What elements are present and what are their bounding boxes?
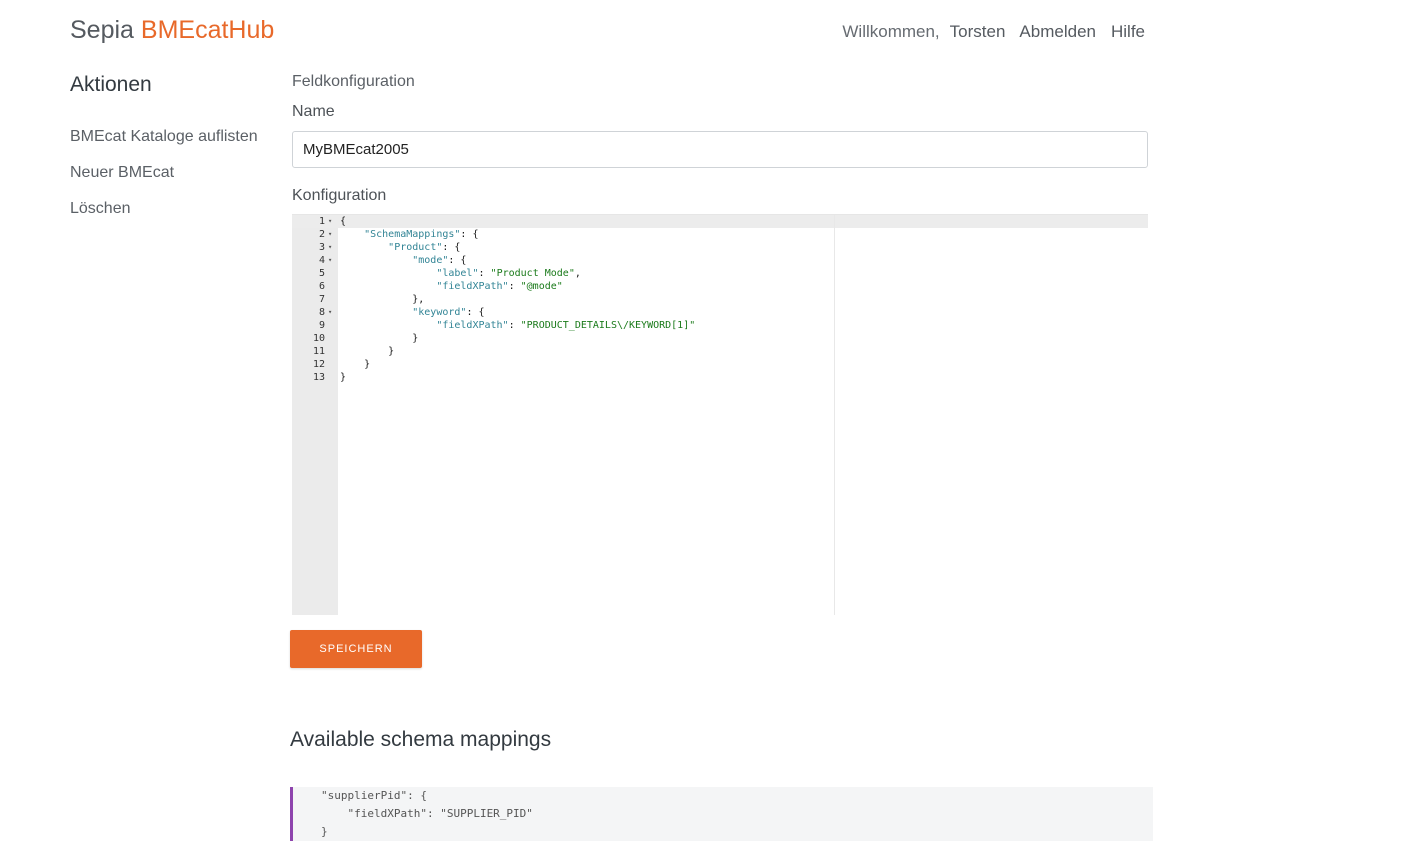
- editor-line[interactable]: 4 ▾ "mode": {: [292, 254, 1148, 267]
- line-code: "SchemaMappings": {: [364, 229, 479, 240]
- line-number: 1: [318, 216, 325, 227]
- editor-line[interactable]: 3 ▾ "Product": {: [292, 241, 1148, 254]
- save-button[interactable]: SPEICHERN: [290, 630, 422, 668]
- line-code: },: [340, 294, 425, 305]
- line-code: "Product": {: [388, 242, 461, 253]
- line-number: 4: [318, 255, 325, 266]
- editor-line[interactable]: 2 ▾ "SchemaMappings": {: [292, 228, 1148, 241]
- fold-arrow-icon[interactable]: ▾: [328, 306, 332, 319]
- line-number: 6: [318, 281, 325, 292]
- brand-name-part1: Sepia: [70, 16, 134, 44]
- line-code: "fieldXPath": "PRODUCT_DETAILS\/KEYWORD[…: [436, 320, 696, 331]
- help-link[interactable]: Hilfe: [1111, 22, 1145, 42]
- main-form: Feldkonfiguration Name MyBMEcat2005 Konf…: [292, 73, 1148, 205]
- name-label: Name: [292, 103, 335, 120]
- user-name-link[interactable]: Torsten: [950, 22, 1006, 42]
- code-line: "fieldXPath": "SUPPLIER_PID": [321, 807, 533, 820]
- code-line: "supplierPid": {: [321, 789, 427, 802]
- brand-logo[interactable]: Sepia BMEcatHub: [70, 16, 274, 45]
- logout-link[interactable]: Abmelden: [1019, 22, 1096, 42]
- line-code: }: [340, 333, 419, 344]
- line-number: 3: [318, 242, 325, 253]
- line-code: "keyword": {: [412, 307, 485, 318]
- line-number: 10: [312, 333, 325, 344]
- top-navigation: Willkommen, Torsten Abmelden Hilfe: [842, 22, 1145, 42]
- line-code: "fieldXPath": "@mode": [436, 281, 563, 292]
- code-line: }: [321, 825, 328, 838]
- line-code: "mode": {: [412, 255, 467, 266]
- editor-line[interactable]: 13}: [292, 371, 1148, 384]
- editor-line[interactable]: 5 "label": "Product Mode",: [292, 267, 1148, 280]
- line-number: 13: [312, 372, 325, 383]
- fold-arrow-icon[interactable]: ▾: [328, 254, 332, 267]
- sidebar-title: Aktionen: [70, 73, 152, 96]
- sidebar-item-list-catalogs[interactable]: BMEcat Kataloge auflisten: [70, 127, 258, 163]
- editor-line[interactable]: 12 }: [292, 358, 1148, 371]
- line-number: 11: [312, 346, 325, 357]
- line-code: "label": "Product Mode",: [436, 268, 581, 279]
- line-number: 12: [312, 359, 325, 370]
- sidebar-item-new-bmecat[interactable]: Neuer BMEcat: [70, 163, 258, 199]
- editor-line[interactable]: 8 ▾ "keyword": {: [292, 306, 1148, 319]
- config-label: Konfiguration: [292, 187, 387, 204]
- line-number: 2: [318, 229, 325, 240]
- fold-arrow-icon[interactable]: ▾: [328, 215, 332, 228]
- line-number: 7: [318, 294, 325, 305]
- editor-line[interactable]: 9 "fieldXPath": "PRODUCT_DETAILS\/KEYWOR…: [292, 319, 1148, 332]
- welcome-text: Willkommen,: [842, 22, 940, 41]
- brand-name-part2: BMEcatHub: [140, 16, 275, 44]
- section-title: Feldkonfiguration: [292, 73, 415, 90]
- line-code: }: [340, 346, 395, 357]
- schema-mapping-codeblock: "supplierPid": { "fieldXPath": "SUPPLIER…: [290, 787, 1153, 841]
- fold-arrow-icon[interactable]: ▾: [328, 241, 332, 254]
- code-editor[interactable]: 1 ▾{2 ▾ "SchemaMappings": {3 ▾ "Product": {…: [292, 214, 1148, 615]
- line-code: {: [340, 216, 347, 227]
- sidebar: BMEcat Kataloge auflisten Neuer BMEcat L…: [70, 127, 258, 235]
- editor-line[interactable]: 10 }: [292, 332, 1148, 345]
- editor-line[interactable]: 1 ▾ {: [292, 215, 1148, 228]
- line-number: 8: [318, 307, 325, 318]
- sidebar-item-delete[interactable]: Löschen: [70, 199, 258, 235]
- editor-line[interactable]: 11 }: [292, 345, 1148, 358]
- editor-line[interactable]: 7 },: [292, 293, 1148, 306]
- fold-arrow-icon[interactable]: ▾: [328, 228, 332, 241]
- editor-line[interactable]: 6 "fieldXPath": "@mode": [292, 280, 1148, 293]
- line-code: }: [340, 372, 347, 383]
- available-mappings-title: Available schema mappings: [290, 728, 552, 751]
- line-number: 9: [318, 320, 325, 331]
- name-input[interactable]: MyBMEcat2005: [292, 131, 1148, 168]
- line-number: 5: [318, 268, 325, 279]
- line-code: }: [340, 359, 371, 370]
